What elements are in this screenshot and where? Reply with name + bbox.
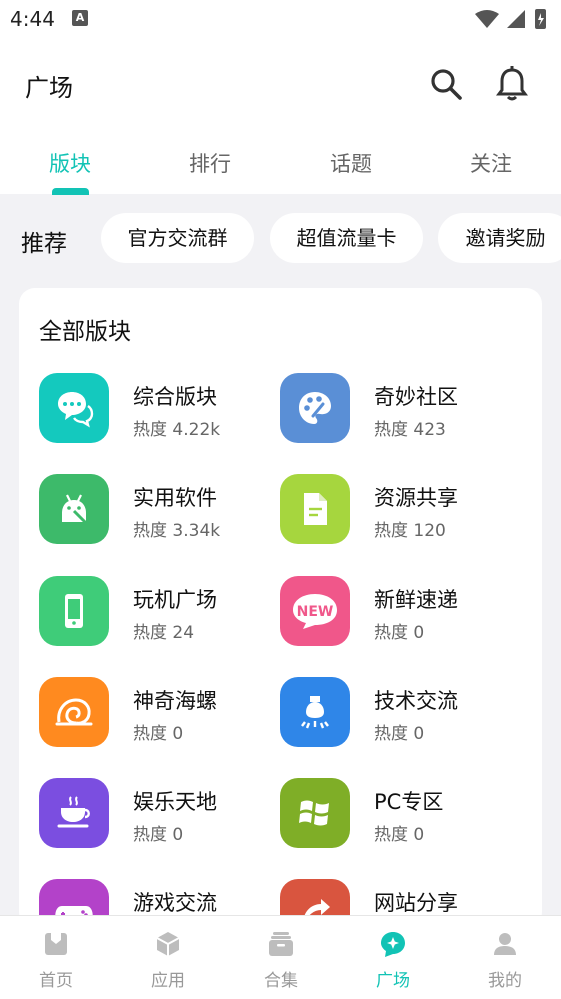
recommend-label: 推荐	[21, 231, 67, 257]
signal-icon	[507, 10, 525, 28]
tab-bar: 版块 排行 话题 关注	[0, 130, 561, 194]
section-item-phone-plaza[interactable]: 玩机广场 热度 24	[39, 576, 279, 648]
android-icon	[39, 474, 109, 544]
nav-label: 我的	[488, 971, 522, 991]
section-name: 奇妙社区	[374, 385, 458, 409]
section-heat: 热度 3.34k	[133, 521, 221, 541]
section-heat: 热度 0	[133, 825, 184, 845]
section-name: 游戏交流	[133, 891, 217, 915]
nav-label: 广场	[376, 971, 410, 991]
archive-icon	[269, 932, 293, 956]
section-heat: 热度 0	[133, 724, 184, 744]
section-heat: 热度 4.22k	[133, 420, 221, 440]
windows-icon	[280, 778, 350, 848]
app-bar: 广场	[0, 38, 561, 130]
section-name: 综合版块	[133, 385, 217, 409]
document-icon	[280, 474, 350, 544]
section-name: 实用软件	[133, 486, 217, 510]
cube-icon	[156, 932, 180, 956]
conch-icon	[39, 677, 109, 747]
bottom-nav: 首页 应用 合集 广场 我的	[0, 915, 561, 999]
system-status-icons	[475, 9, 546, 29]
all-sections-card: 全部版块 综合版块 热度 4.22k 奇妙社区 热度 423 实用软件 热度 3…	[19, 288, 542, 949]
tab-following[interactable]: 关注	[441, 148, 541, 178]
section-item-tech-exchange[interactable]: 技术交流 热度 0	[280, 677, 520, 749]
chip-data-card[interactable]: 超值流量卡	[270, 213, 423, 263]
recommend-row: 推荐 官方交流群 超值流量卡 邀请奖励	[0, 194, 561, 284]
wifi-icon	[475, 10, 499, 28]
section-heat: 热度 0	[374, 623, 425, 643]
status-time: 4:44	[10, 7, 55, 31]
tab-ranking[interactable]: 排行	[160, 148, 260, 178]
tab-topics[interactable]: 话题	[301, 148, 401, 178]
section-heat: 热度 0	[374, 724, 425, 744]
section-heat: 热度 0	[374, 825, 425, 845]
section-heat: 热度 423	[374, 420, 446, 440]
nav-me[interactable]: 我的	[449, 916, 561, 999]
nav-label: 首页	[39, 971, 73, 991]
section-item-general[interactable]: 综合版块 热度 4.22k	[39, 373, 279, 445]
section-name: PC专区	[374, 790, 444, 814]
phone-icon	[39, 576, 109, 646]
nav-square[interactable]: 广场	[337, 916, 449, 999]
section-heat: 热度 120	[374, 521, 446, 541]
coffee-icon	[39, 778, 109, 848]
nav-collection[interactable]: 合集	[225, 916, 337, 999]
square-chat-icon	[381, 932, 405, 957]
section-item-software[interactable]: 实用软件 热度 3.34k	[39, 474, 279, 546]
section-name: 资源共享	[374, 486, 458, 510]
nav-label: 应用	[151, 971, 185, 991]
nav-home[interactable]: 首页	[0, 916, 112, 999]
lightbulb-icon	[280, 677, 350, 747]
nav-label: 合集	[264, 971, 298, 991]
section-name: 新鲜速递	[374, 588, 458, 612]
section-name: 玩机广场	[133, 588, 217, 612]
all-sections-title: 全部版块	[39, 319, 131, 345]
chip-invite-reward[interactable]: 邀请奖励	[438, 213, 561, 263]
section-item-pc-zone[interactable]: PC专区 热度 0	[280, 778, 520, 850]
search-icon[interactable]	[426, 64, 466, 104]
section-name: 娱乐天地	[133, 790, 217, 814]
section-item-magic-conch[interactable]: 神奇海螺 热度 0	[39, 677, 279, 749]
nav-apps[interactable]: 应用	[112, 916, 224, 999]
section-name: 网站分享	[374, 891, 458, 915]
section-heat: 热度 24	[133, 623, 195, 643]
notification-a-icon: A	[72, 10, 88, 26]
chat-bubbles-icon	[39, 373, 109, 443]
person-icon	[494, 933, 516, 955]
section-item-resources[interactable]: 资源共享 热度 120	[280, 474, 520, 546]
bell-icon[interactable]	[492, 64, 532, 104]
section-item-entertainment[interactable]: 娱乐天地 热度 0	[39, 778, 279, 850]
page-title: 广场	[25, 74, 73, 102]
chip-official-group[interactable]: 官方交流群	[101, 213, 254, 263]
svg-text:NEW: NEW	[297, 604, 334, 620]
section-item-wonder-community[interactable]: 奇妙社区 热度 423	[280, 373, 520, 445]
status-bar: 4:44 A	[0, 0, 561, 38]
section-name: 神奇海螺	[133, 689, 217, 713]
tab-sections[interactable]: 版块	[20, 148, 120, 178]
palette-icon	[280, 373, 350, 443]
new-badge-icon: NEW	[280, 576, 350, 646]
section-item-fresh-express[interactable]: NEW 新鲜速递 热度 0	[280, 576, 520, 648]
section-name: 技术交流	[374, 689, 458, 713]
home-icon	[45, 933, 67, 955]
